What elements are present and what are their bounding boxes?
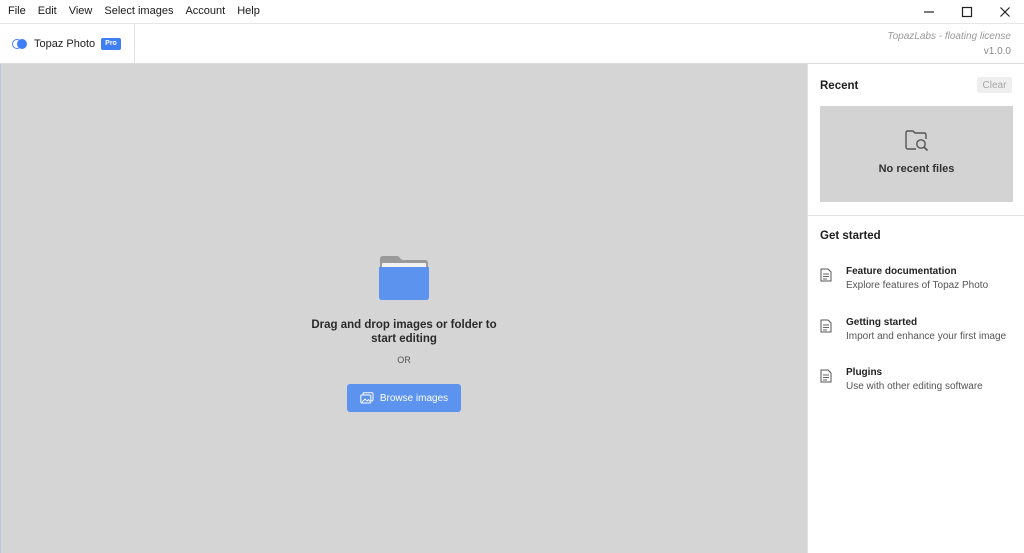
app-name: Topaz Photo <box>34 38 96 50</box>
get-started-item-plugins[interactable]: Plugins Use with other editing software <box>820 367 1020 399</box>
get-started-item-name: Getting started <box>846 317 918 328</box>
get-started-item-name: Feature documentation <box>846 266 957 277</box>
topaz-logo-icon <box>12 39 28 49</box>
document-icon <box>820 369 832 383</box>
close-button[interactable] <box>986 0 1024 24</box>
drop-zone[interactable]: Drag and drop images or folder to start … <box>0 64 807 553</box>
menu-account[interactable]: Account <box>179 0 231 24</box>
browse-images-label: Browse images <box>379 392 449 404</box>
menu: File Edit View Select images Account Hel… <box>0 0 266 24</box>
folder-icon <box>379 256 429 300</box>
recent-title: Recent <box>820 80 859 92</box>
get-started-item-description: Use with other editing software <box>846 381 983 392</box>
menu-file[interactable]: File <box>2 0 32 24</box>
maximize-button[interactable] <box>948 0 986 24</box>
maximize-icon <box>961 6 973 18</box>
menu-help[interactable]: Help <box>231 0 266 24</box>
images-icon <box>360 392 374 404</box>
version-text: v1.0.0 <box>983 46 1011 57</box>
get-started-item-name: Plugins <box>846 367 883 378</box>
pro-badge: Pro <box>101 38 121 50</box>
drop-zone-content: Drag and drop images or folder to start … <box>1 64 808 553</box>
license-text: TopazLabs - floating license <box>887 31 1011 42</box>
panel-divider <box>808 215 1024 216</box>
minimize-icon <box>924 11 934 13</box>
minimize-button[interactable] <box>910 0 948 24</box>
menu-select-images[interactable]: Select images <box>98 0 179 24</box>
brand: Topaz Photo Pro <box>0 24 135 64</box>
close-icon <box>1000 7 1010 17</box>
drop-message: Drag and drop images or folder to start … <box>311 319 497 345</box>
or-label: OR <box>397 355 411 365</box>
get-started-item-getting-started[interactable]: Getting started Import and enhance your … <box>820 317 1020 349</box>
folder-search-icon <box>905 130 929 152</box>
clear-recent-button[interactable]: Clear <box>977 77 1012 93</box>
app-window: File Edit View Select images Account Hel… <box>0 0 1024 553</box>
get-started-item-description: Import and enhance your first image <box>846 331 1007 342</box>
app-header: Topaz Photo Pro TopazLabs - floating lic… <box>0 24 1024 64</box>
recent-files-box: No recent files <box>820 106 1013 202</box>
get-started-title: Get started <box>820 230 881 242</box>
no-recent-files-label: No recent files <box>878 163 955 175</box>
browse-images-button[interactable]: Browse images <box>347 384 461 412</box>
document-icon <box>820 319 832 333</box>
side-panel: Recent Clear No recent files Get started… <box>807 64 1024 553</box>
menu-edit[interactable]: Edit <box>32 0 63 24</box>
document-icon <box>820 268 832 282</box>
menu-bar: File Edit View Select images Account Hel… <box>0 0 1024 24</box>
window-controls <box>910 0 1024 24</box>
menu-view[interactable]: View <box>63 0 99 24</box>
get-started-item-description: Explore features of Topaz Photo <box>846 280 989 291</box>
get-started-item-feature-documentation[interactable]: Feature documentation Explore features o… <box>820 266 1020 298</box>
